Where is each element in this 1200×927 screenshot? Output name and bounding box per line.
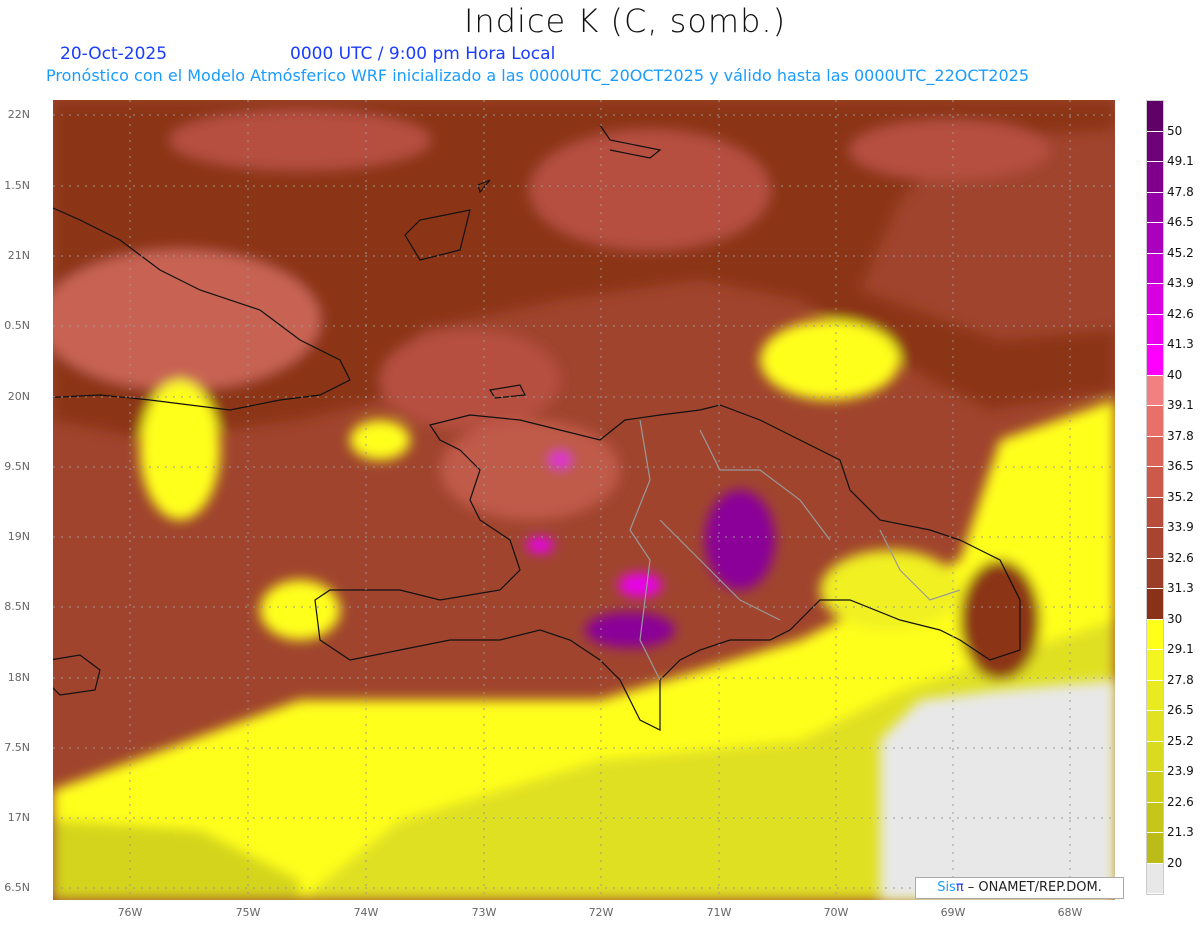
colorbar-label: 43.9: [1167, 276, 1194, 290]
lat-label: 19N: [7, 530, 30, 543]
colorbar-swatch: [1147, 528, 1163, 559]
colorbar-label: 23.9: [1167, 764, 1194, 778]
colorbar-swatch: [1147, 284, 1163, 315]
colorbar-label: 42.6: [1167, 306, 1194, 321]
lon-label: 71W: [706, 906, 732, 919]
colorbar-swatch: [1147, 650, 1163, 681]
lat-label: 0.5N: [4, 319, 30, 332]
colorbar-label: 40: [1167, 367, 1183, 382]
colorbar-swatch: [1147, 467, 1163, 498]
colorbar-swatch: [1147, 772, 1163, 803]
colorbar-label: 39.1: [1167, 398, 1194, 412]
lon-label: 69W: [940, 906, 966, 919]
lon-label: 68W: [1057, 906, 1083, 919]
colorbar-label: 37.8: [1167, 428, 1194, 443]
colorbar-label: 41.3: [1167, 337, 1194, 351]
colorbar-label: 31.3: [1167, 581, 1194, 595]
colorbar-label: 22.6: [1167, 794, 1194, 809]
lat-label: 17N: [7, 811, 30, 824]
colorbar-swatch: [1147, 558, 1163, 589]
lat-label: 1.5N: [4, 179, 30, 192]
lat-label: 18N: [7, 671, 30, 684]
colorbar-swatch: [1147, 863, 1163, 894]
colorbar-label: 21.3: [1167, 825, 1194, 839]
credit-box: Sisπ – ONAMET/REP.DOM.: [915, 877, 1124, 899]
colorbar-label: 36.5: [1167, 459, 1194, 473]
colorbar-label: 49.1: [1167, 154, 1194, 168]
colorbar-label: 45.2: [1167, 245, 1194, 260]
colorbar-swatch: [1147, 406, 1163, 437]
colorbar-swatch: [1147, 314, 1163, 345]
colorbar-swatch: [1147, 680, 1163, 711]
colorbar-swatch: [1147, 589, 1163, 620]
colorbar-swatch: [1147, 192, 1163, 223]
colorbar-label: 35.2: [1167, 489, 1194, 504]
colorbar-swatch: [1147, 802, 1163, 833]
colorbar-label: 20: [1167, 855, 1183, 870]
colorbar-label: 33.9: [1167, 520, 1194, 534]
colorbar-swatch: [1147, 375, 1163, 406]
colorbar-swatch: [1147, 619, 1163, 650]
lon-label: 76W: [117, 906, 143, 919]
colorbar-swatch: [1147, 345, 1163, 376]
colorbar-swatch: [1147, 223, 1163, 254]
lat-label: 6.5N: [4, 881, 30, 894]
lon-label: 75W: [235, 906, 261, 919]
lon-label: 72W: [588, 906, 614, 919]
colorbar-swatch: [1147, 833, 1163, 864]
colorbar: [1146, 100, 1164, 895]
colorbar-label: 50: [1167, 123, 1183, 138]
lat-label: 8.5N: [4, 600, 30, 613]
colorbar-swatch: [1147, 131, 1163, 162]
lon-label: 73W: [471, 906, 497, 919]
colorbar-label: 27.8: [1167, 672, 1194, 687]
k-index-map: [53, 100, 1115, 900]
colorbar-swatch: [1147, 253, 1163, 284]
lat-label: 9.5N: [4, 460, 30, 473]
colorbar-label: 46.5: [1167, 215, 1194, 229]
credit-brand: Sis: [937, 880, 956, 895]
colorbar-swatch: [1147, 741, 1163, 772]
credit-brand-pi: π: [955, 880, 964, 895]
colorbar-swatch: [1147, 497, 1163, 528]
colorbar-swatch: [1147, 711, 1163, 742]
colorbar-label: 29.1: [1167, 642, 1194, 656]
lat-label: 20N: [7, 390, 30, 403]
colorbar-label: 30: [1167, 611, 1183, 626]
below-20-area: [880, 680, 1115, 900]
lon-label: 70W: [823, 906, 849, 919]
lat-label: 21N: [7, 249, 30, 262]
credit-text: – ONAMET/REP.DOM.: [963, 880, 1102, 895]
colorbar-label: 47.8: [1167, 184, 1194, 199]
lat-label: 7.5N: [4, 741, 30, 754]
lat-label: 22N: [7, 108, 30, 121]
colorbar-label: 25.2: [1167, 733, 1194, 748]
colorbar-swatch: [1147, 162, 1163, 193]
lon-label: 74W: [353, 906, 379, 919]
colorbar-swatch: [1147, 436, 1163, 467]
colorbar-label: 26.5: [1167, 703, 1194, 717]
colorbar-label: 32.6: [1167, 550, 1194, 565]
colorbar-swatch: [1147, 101, 1163, 132]
